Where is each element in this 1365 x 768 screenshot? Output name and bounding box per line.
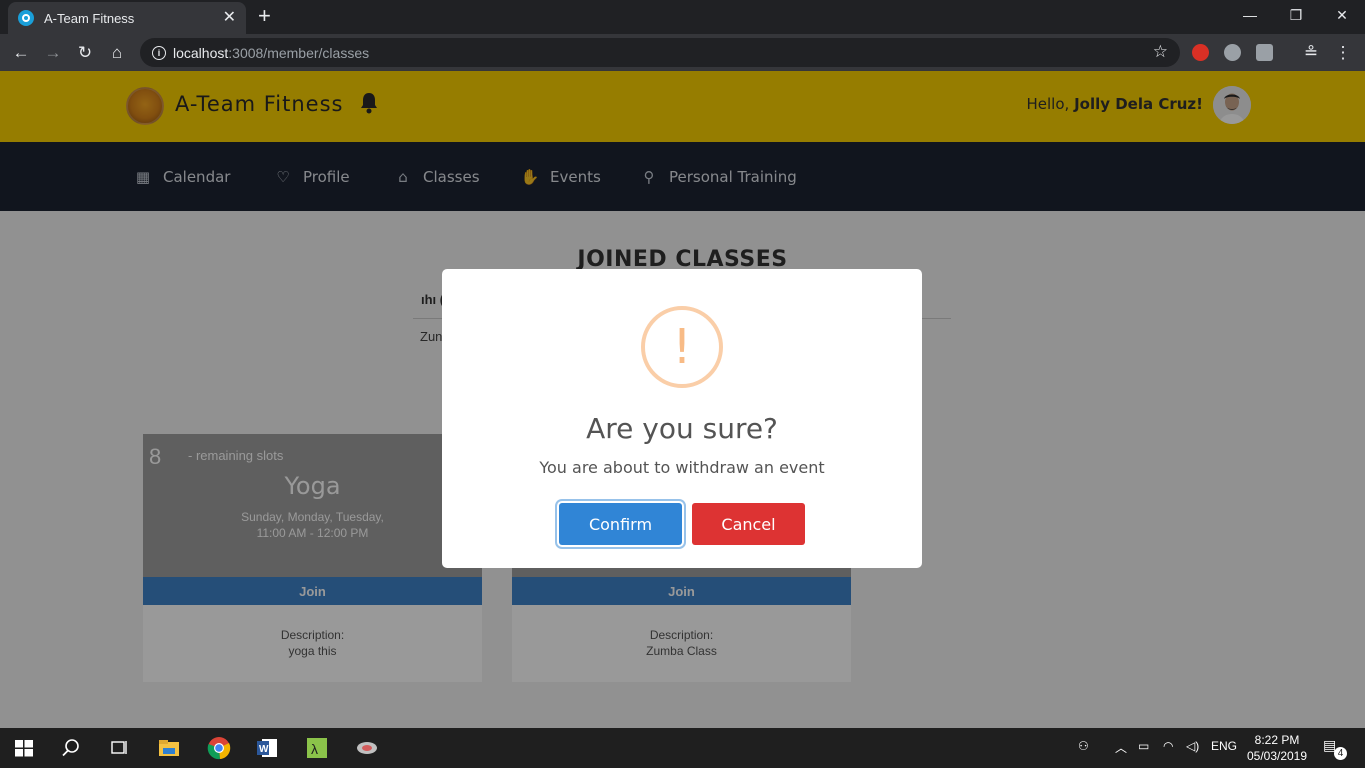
extension-spy-icon[interactable]: ≗ [1298, 40, 1324, 66]
cancel-button[interactable]: Cancel [692, 503, 805, 545]
close-window-button[interactable]: ✕ [1319, 0, 1365, 30]
address-bar[interactable]: i localhost:3008/member/classes ☆ [140, 38, 1180, 67]
browser-menu-icon[interactable]: ⋮ [1330, 40, 1356, 66]
chrome-icon[interactable] [207, 736, 231, 760]
url-host: localhost [173, 44, 229, 61]
word-icon[interactable]: W [255, 736, 279, 760]
browser-toolbar: ← → ↻ ⌂ i localhost:3008/member/classes … [0, 34, 1365, 71]
svg-text:λ: λ [311, 741, 318, 757]
wifi-icon[interactable]: ◠ [1163, 739, 1173, 753]
site-favicon-icon [18, 10, 34, 26]
browser-tab[interactable]: A-Team Fitness ✕ [8, 2, 246, 34]
extension-stop-icon[interactable] [1192, 44, 1209, 61]
taskbar-clock[interactable]: 8:22 PM 05/03/2019 [1242, 732, 1312, 764]
url-path: :3008/member/classes [228, 44, 370, 61]
dialog-message: You are about to withdraw an event [539, 458, 825, 477]
tab-close-icon[interactable]: ✕ [223, 10, 236, 26]
search-icon[interactable] [59, 736, 83, 760]
forward-arrow-icon[interactable]: → [40, 40, 66, 66]
restore-button[interactable]: ❐ [1273, 0, 1319, 30]
battery-icon[interactable]: ▭ [1138, 739, 1149, 753]
clock-date: 05/03/2019 [1246, 749, 1308, 763]
show-hidden-icons-icon[interactable]: ︿ [1115, 739, 1127, 756]
site-info-icon[interactable]: i [152, 45, 166, 60]
volume-icon[interactable]: ◁) [1186, 739, 1199, 753]
extension-camera-icon[interactable] [1256, 44, 1273, 61]
windows-taskbar: W λ ⚇ ︿ ▭ ◠ ◁) ENG 8:22 PM 05/03/2019 ▤ … [0, 728, 1365, 768]
tab-title: A-Team Fitness [44, 10, 135, 26]
notification-count-badge: 4 [1334, 747, 1347, 760]
confirm-button[interactable]: Confirm [559, 503, 682, 545]
app-satellite-icon[interactable] [355, 736, 379, 760]
extension-eye-icon[interactable] [1224, 44, 1241, 61]
task-view-icon[interactable] [107, 736, 131, 760]
home-icon[interactable]: ⌂ [104, 40, 130, 66]
app-green-icon[interactable]: λ [305, 736, 329, 760]
modal-backdrop-top [0, 71, 1365, 211]
bookmark-star-icon[interactable]: ☆ [1153, 42, 1168, 62]
windows-start-icon[interactable] [12, 736, 36, 760]
reload-icon[interactable]: ↻ [72, 40, 98, 66]
people-icon[interactable]: ⚇ [1078, 739, 1089, 753]
language-indicator[interactable]: ENG [1211, 739, 1237, 753]
dialog-title: Are you sure? [586, 412, 778, 445]
clock-time: 8:22 PM [1254, 733, 1300, 747]
minimize-button[interactable]: — [1227, 0, 1273, 30]
new-tab-button[interactable]: + [258, 5, 271, 27]
browser-tab-bar: A-Team Fitness ✕ + — ❐ ✕ [0, 0, 1365, 34]
back-arrow-icon[interactable]: ← [8, 40, 34, 66]
file-explorer-icon[interactable] [157, 736, 181, 760]
confirm-dialog: ! Are you sure? You are about to withdra… [442, 269, 922, 568]
svg-text:W: W [259, 744, 269, 755]
warning-icon: ! [641, 306, 723, 388]
